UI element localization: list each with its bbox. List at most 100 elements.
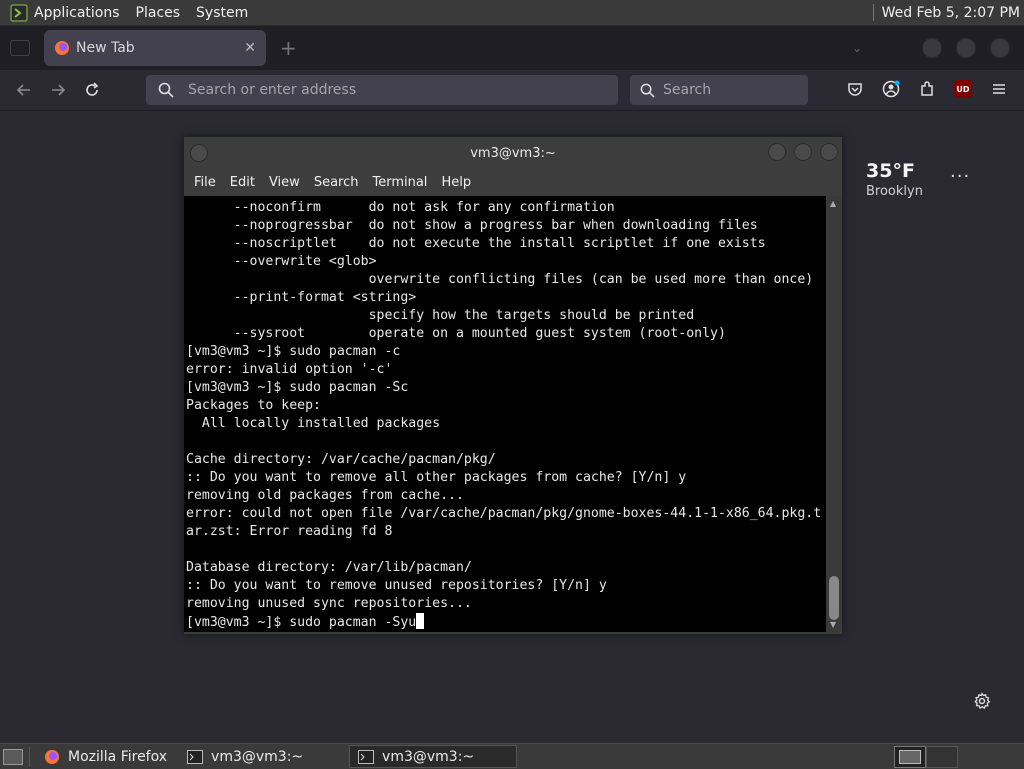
- forward-button[interactable]: [48, 80, 68, 100]
- menu-help[interactable]: Help: [441, 175, 471, 190]
- terminal-icon: [187, 749, 204, 764]
- menu-terminal[interactable]: Terminal: [372, 175, 427, 190]
- task-label: vm3@vm3:~: [211, 748, 304, 765]
- terminal-line: Cache directory: /var/cache/pacman/pkg/: [186, 452, 496, 467]
- terminal-minimize-button[interactable]: [768, 143, 786, 161]
- task-terminal-1[interactable]: vm3@vm3:~: [179, 745, 345, 768]
- url-bar[interactable]: Search or enter address: [146, 75, 618, 105]
- terminal-output[interactable]: --noconfirm do not ask for any confirmat…: [184, 196, 826, 632]
- show-desktop-icon[interactable]: [3, 748, 23, 765]
- panel-separator: [872, 4, 874, 21]
- terminal-line: --noscriptlet do not execute the install…: [233, 236, 766, 251]
- ublock-badge: UD: [954, 80, 972, 98]
- menu-view[interactable]: View: [269, 175, 300, 190]
- firefox-icon: [55, 41, 69, 55]
- url-input[interactable]: Search or enter address: [188, 82, 356, 98]
- taskbar-separator: [29, 746, 30, 767]
- terminal-line: --noconfirm do not ask for any confirmat…: [233, 200, 615, 215]
- workspace-2[interactable]: [926, 746, 958, 768]
- ublock-origin-icon[interactable]: UD: [952, 78, 974, 100]
- search-bar[interactable]: Search: [630, 75, 808, 105]
- weather-temperature: 35°F: [866, 160, 915, 182]
- scrollbar-thumb[interactable]: [829, 576, 839, 620]
- task-terminal-2[interactable]: vm3@vm3:~: [349, 745, 518, 768]
- new-tab-button[interactable]: +: [280, 36, 297, 60]
- terminal-line: [vm3@vm3 ~]$ sudo pacman -Sc: [186, 380, 409, 395]
- search-icon: [158, 82, 174, 98]
- weather-more-icon[interactable]: ···: [950, 166, 970, 187]
- terminal-line: error: invalid option '-c': [186, 362, 393, 377]
- terminal-line: --sysroot operate on a mounted guest sys…: [233, 326, 726, 341]
- terminal-titlebar[interactable]: vm3@vm3:~: [184, 137, 842, 169]
- list-all-tabs-icon[interactable]: ⌄: [852, 41, 862, 55]
- terminal-cursor: [416, 613, 425, 629]
- terminal-line: Packages to keep:: [186, 398, 321, 413]
- menu-file[interactable]: File: [194, 175, 216, 190]
- terminal-title: vm3@vm3:~: [470, 145, 556, 161]
- account-icon[interactable]: [880, 78, 902, 100]
- tab-new-tab[interactable]: New Tab ✕: [44, 30, 266, 66]
- menu-icon[interactable]: [988, 78, 1010, 100]
- terminal-maximize-button[interactable]: [794, 143, 812, 161]
- task-label: vm3@vm3:~: [382, 748, 475, 765]
- terminal-window[interactable]: vm3@vm3:~ File Edit View Search Terminal…: [183, 136, 843, 635]
- terminal-line: removing old packages from cache...: [186, 488, 464, 503]
- terminal-text: --noconfirm do not ask for any confirmat…: [184, 196, 826, 632]
- terminal-line: All locally installed packages: [201, 416, 441, 431]
- search-input[interactable]: Search: [663, 82, 711, 98]
- tab-title: New Tab: [76, 40, 135, 56]
- terminal-scrollbar[interactable]: ▲ ▼: [827, 196, 841, 632]
- terminal-menubar: File Edit View Search Terminal Help: [184, 169, 842, 195]
- task-label: Mozilla Firefox: [68, 748, 168, 765]
- nav-bar: Search or enter address Search UD: [0, 70, 1024, 111]
- pocket-icon[interactable]: [844, 78, 866, 100]
- terminal-line: error: could not open file /var/cache/pa…: [186, 506, 822, 521]
- terminal-line: --print-format <string>: [233, 290, 417, 305]
- weather-location: Brooklyn: [866, 184, 923, 199]
- toolbar-right: UD: [830, 78, 1010, 100]
- close-window-button[interactable]: [990, 38, 1010, 58]
- terminal-line: overwrite conflicting files (can be used…: [368, 272, 814, 287]
- menu-edit[interactable]: Edit: [230, 175, 255, 190]
- tab-close-icon[interactable]: ✕: [244, 40, 256, 56]
- terminal-line: ar.zst: Error reading fd 8: [186, 524, 393, 539]
- terminal-line: --noprogressbar do not show a progress b…: [233, 218, 758, 233]
- scroll-up-icon[interactable]: ▲: [830, 199, 836, 208]
- reload-icon: [86, 82, 99, 96]
- workspace-1[interactable]: [894, 746, 926, 768]
- maximize-window-button[interactable]: [956, 38, 976, 58]
- firefox-icon: [45, 749, 59, 764]
- terminal-line: :: Do you want to remove all other packa…: [186, 470, 687, 485]
- forward-arrow-icon: [52, 84, 66, 96]
- extensions-icon[interactable]: [916, 78, 938, 100]
- terminal-line: [vm3@vm3 ~]$ sudo pacman -c: [186, 344, 401, 359]
- back-button[interactable]: [14, 80, 34, 100]
- terminal-line: --overwrite <glob>: [233, 254, 377, 269]
- places-menu[interactable]: Places: [136, 5, 181, 21]
- firefox-view-icon[interactable]: [10, 40, 30, 56]
- terminal-icon: [358, 749, 375, 764]
- system-menu[interactable]: System: [196, 5, 248, 21]
- back-arrow-icon: [16, 84, 30, 96]
- bottom-taskbar: Mozilla Firefox vm3@vm3:~ vm3@vm3:~: [0, 743, 1024, 769]
- terminal-line: Database directory: /var/lib/pacman/: [186, 560, 472, 575]
- minimize-window-button[interactable]: [922, 38, 942, 58]
- terminal-line: removing unused sync repositories...: [186, 596, 472, 611]
- distro-logo-icon[interactable]: [10, 3, 28, 22]
- search-icon: [640, 83, 655, 98]
- top-panel: Applications Places System Wed Feb 5, 2:…: [0, 0, 1024, 26]
- applications-menu[interactable]: Applications: [34, 5, 120, 21]
- terminal-prompt-line[interactable]: [vm3@vm3 ~]$ sudo pacman -Syu: [186, 615, 416, 630]
- scroll-down-icon[interactable]: ▼: [830, 620, 836, 629]
- clock[interactable]: Wed Feb 5, 2:07 PM: [882, 5, 1020, 21]
- weather-widget[interactable]: 35°F Brooklyn: [866, 160, 923, 199]
- newtab-settings-icon[interactable]: [973, 692, 991, 714]
- menu-search[interactable]: Search: [314, 175, 359, 190]
- terminal-close-button[interactable]: [820, 143, 838, 161]
- terminal-line: specify how the targets should be printe…: [368, 308, 695, 323]
- tab-bar: New Tab ✕ + ⌄: [0, 26, 1024, 70]
- window-menu-button[interactable]: [190, 144, 208, 162]
- terminal-line: :: Do you want to remove unused reposito…: [186, 578, 607, 593]
- task-firefox[interactable]: Mozilla Firefox: [36, 745, 175, 768]
- reload-button[interactable]: [82, 80, 102, 100]
